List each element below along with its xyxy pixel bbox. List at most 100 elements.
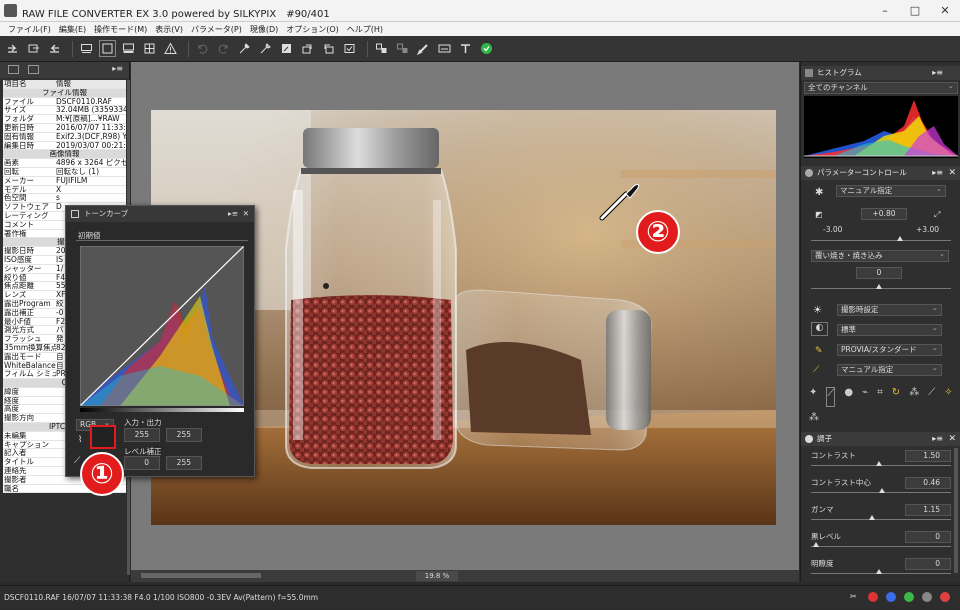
view-single-icon[interactable] <box>99 40 116 57</box>
menu-option[interactable]: オプション(O) <box>282 22 343 36</box>
wb-icon[interactable]: ☀ <box>813 305 822 316</box>
tone-row-value[interactable]: 1.15 <box>905 504 951 516</box>
tone-slider-knob[interactable] <box>876 461 882 466</box>
menu-help[interactable]: ヘルプ(H) <box>343 22 387 36</box>
level-low[interactable]: 0 <box>124 456 160 470</box>
menu-develop[interactable]: 現像(D) <box>246 22 282 36</box>
menu-edit[interactable]: 編集(E) <box>55 22 90 36</box>
color-select[interactable]: PROVIA/スタンダード <box>837 343 942 356</box>
label-gray-icon[interactable] <box>922 592 932 602</box>
output-value[interactable]: 255 <box>166 428 202 442</box>
wb-select[interactable]: 撮影時設定 <box>837 303 942 316</box>
info-row[interactable]: 回転 回転なし (1) <box>3 168 126 177</box>
sharpness-icon[interactable]: ⟋ <box>813 365 819 375</box>
curve-preset-select[interactable]: 初期値 <box>76 230 248 241</box>
exposure-icon[interactable]: ◩ <box>815 210 823 219</box>
crop-icon[interactable]: ⌗ <box>877 387 883 407</box>
curve-mode-icon[interactable]: ⌇ <box>78 435 82 445</box>
dots-icon[interactable]: ⁂ <box>909 387 919 407</box>
label-green-icon[interactable] <box>904 592 914 602</box>
develop-icon[interactable] <box>373 40 390 57</box>
info-row[interactable]: ファイル DSCF0110.RAF <box>3 98 126 107</box>
curve-tool-icon[interactable]: ⟋ <box>826 387 836 407</box>
tone-slider-knob[interactable] <box>876 569 882 574</box>
tone-row-value[interactable]: 0 <box>905 558 951 570</box>
check-icon[interactable] <box>341 40 358 57</box>
info-row[interactable]: フォルダ M:¥[原稿]...¥RAW <box>3 115 126 124</box>
info-row[interactable]: 更新日時2016/07/07 11:33:38 <box>3 124 126 133</box>
dodge-burn-value[interactable]: 0 <box>856 267 902 279</box>
redo-icon[interactable] <box>215 40 232 57</box>
rotate-right-icon[interactable] <box>320 40 337 57</box>
tone-curve-header[interactable]: トーンカーブ ▸≡ ✕ <box>66 206 254 222</box>
tone-slider-knob[interactable] <box>869 515 875 520</box>
info-group-header[interactable]: ファイル情報 <box>3 88 126 98</box>
histogram-header[interactable]: ヒストグラム ▸≡ <box>801 66 960 80</box>
import-icon[interactable] <box>46 40 63 57</box>
tone-row-value[interactable]: 1.50 <box>905 450 951 462</box>
dropper-icon[interactable] <box>236 40 253 57</box>
warning-icon[interactable] <box>162 40 179 57</box>
reject-icon[interactable] <box>868 592 878 602</box>
tone-panel-header[interactable]: 調子 ▸≡ ✕ <box>801 432 960 446</box>
sphere-icon[interactable]: ● <box>844 387 853 407</box>
zoom-level[interactable]: 19.8 % <box>416 571 458 581</box>
dodge-burn-slider[interactable] <box>876 284 882 289</box>
horizontal-scrollbar[interactable]: 19.8 % <box>131 570 799 582</box>
pencil-icon[interactable]: ⟋ <box>928 387 935 407</box>
label-red-icon[interactable] <box>940 592 950 602</box>
dropper-gray-icon[interactable] <box>257 40 274 57</box>
yellow-reset-icon[interactable]: ↻ <box>892 387 900 407</box>
tone-slider-knob[interactable] <box>879 488 885 493</box>
lens-icon[interactable]: ⌁ <box>862 387 868 407</box>
scissors-icon[interactable]: ✂ <box>850 592 860 602</box>
info-row[interactable]: サイズ 32.04MB (33593344 <box>3 106 126 116</box>
view-grid-icon[interactable] <box>141 40 158 57</box>
info-row[interactable]: 固有情報 Exif2.3(DCF,R98) Y <box>3 133 126 142</box>
info-row[interactable]: 編集日時 2019/03/07 00:21: <box>3 142 126 151</box>
mode-select[interactable]: マニュアル指定 <box>836 184 946 197</box>
level-high[interactable]: 255 <box>166 456 202 470</box>
view-filmstrip-icon[interactable] <box>120 40 137 57</box>
tone-curve-menu-icon[interactable]: ▸≡ <box>228 206 238 222</box>
tone-select[interactable]: 標準 <box>837 323 942 336</box>
line-tool-icon[interactable]: ⟋ <box>74 456 80 466</box>
tone-row-value[interactable]: 0.46 <box>905 477 951 489</box>
highlighted-point-button[interactable] <box>90 425 116 449</box>
exposure-slider[interactable] <box>897 236 903 241</box>
sparkle-icon[interactable]: ✦ <box>809 387 817 407</box>
view-browse-icon[interactable] <box>78 40 95 57</box>
minimize-button[interactable]: – <box>870 0 900 22</box>
export-alt-icon[interactable] <box>25 40 42 57</box>
exposure-value[interactable]: +0.80 <box>861 208 907 220</box>
ok-icon[interactable] <box>478 40 495 57</box>
tone-scrollbar[interactable] <box>954 448 958 573</box>
keyboard-icon[interactable] <box>436 40 453 57</box>
menu-file[interactable]: ファイル(F) <box>4 22 55 36</box>
tone-slider-track[interactable] <box>811 519 951 520</box>
dropper-pen-icon[interactable] <box>278 40 295 57</box>
wand-icon[interactable]: ✧ <box>944 387 952 407</box>
close-button[interactable]: ✕ <box>930 0 960 22</box>
brush-icon[interactable] <box>415 40 432 57</box>
color-icon[interactable]: ✎ <box>815 346 823 356</box>
label-blue-icon[interactable] <box>886 592 896 602</box>
info-group-header[interactable]: 画像情報 <box>3 150 126 160</box>
tone-icon[interactable]: ◐ <box>811 322 828 336</box>
menu-mode[interactable]: 操作モード(M) <box>90 22 151 36</box>
gear-icon[interactable]: ✱ <box>815 187 823 198</box>
info-row[interactable]: 画素4896 x 3264 ピクセル <box>3 159 126 168</box>
tone-curve-graph[interactable] <box>80 246 244 406</box>
undo-icon[interactable] <box>194 40 211 57</box>
rotate-left-icon[interactable] <box>299 40 316 57</box>
folder-tab-icon[interactable] <box>8 65 19 74</box>
histogram-channel-select[interactable]: 全てのチャンネル <box>804 81 958 94</box>
menu-view[interactable]: 表示(V) <box>151 22 187 36</box>
sharpness-select[interactable]: マニュアル指定 <box>837 363 942 376</box>
text-icon[interactable] <box>457 40 474 57</box>
menu-parameter[interactable]: パラメータ(P) <box>187 22 246 36</box>
develop-alt-icon[interactable] <box>394 40 411 57</box>
info-row[interactable]: メーカー FUJIFILM <box>3 177 126 186</box>
comment-tab-icon[interactable] <box>28 65 39 74</box>
export-icon[interactable] <box>4 40 21 57</box>
